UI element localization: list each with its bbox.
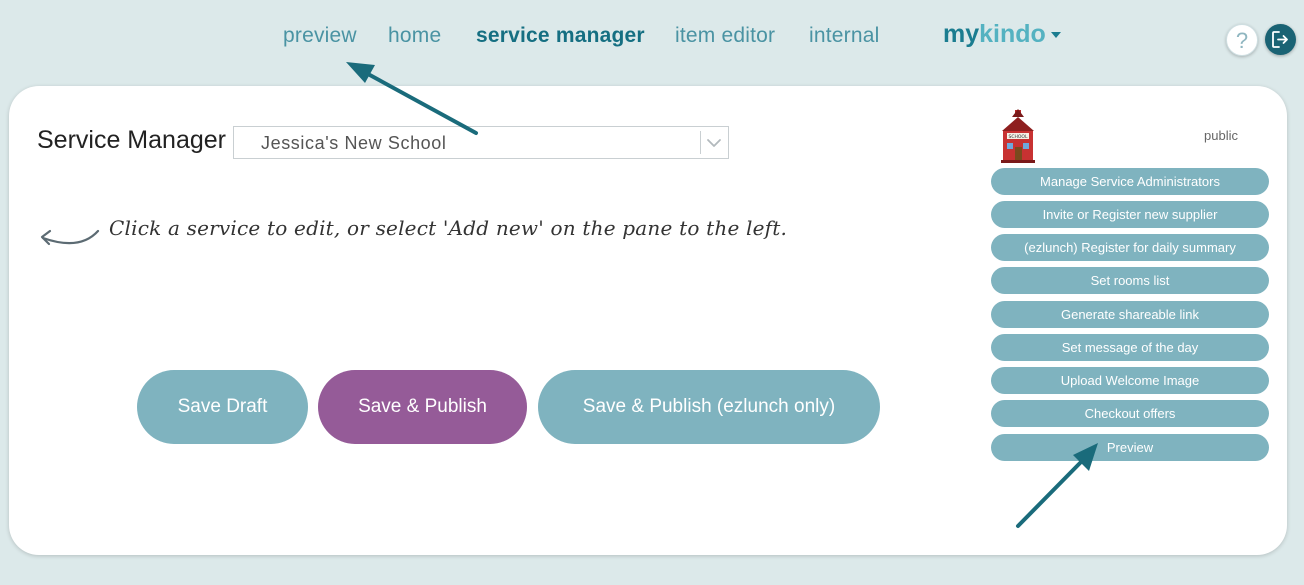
- brand-logo-part1: my: [943, 20, 980, 48]
- svg-text:SCHOOL: SCHOOL: [1009, 134, 1028, 140]
- logout-icon: [1272, 31, 1288, 48]
- preview-button[interactable]: Preview: [991, 434, 1269, 461]
- generate-link-button[interactable]: Generate shareable link: [991, 301, 1269, 328]
- curved-arrow-icon: [40, 229, 100, 246]
- visibility-status: public: [1204, 128, 1238, 143]
- ezlunch-register-summary-button[interactable]: (ezlunch) Register for daily summary: [991, 234, 1269, 261]
- manage-admins-button[interactable]: Manage Service Administrators: [991, 168, 1269, 195]
- set-message-button[interactable]: Set message of the day: [991, 334, 1269, 361]
- brand-menu[interactable]: mykindo: [943, 20, 1061, 49]
- school-building-icon: SCHOOL: [1001, 109, 1035, 163]
- set-rooms-button[interactable]: Set rooms list: [991, 267, 1269, 294]
- nav-internal[interactable]: internal: [809, 24, 879, 48]
- help-button[interactable]: ?: [1226, 24, 1258, 56]
- nav-service-manager[interactable]: service manager: [476, 24, 645, 48]
- logout-button[interactable]: [1265, 24, 1296, 55]
- nav-preview[interactable]: preview: [283, 24, 357, 48]
- page: preview home service manager item editor…: [0, 0, 1304, 585]
- page-title: Service Manager: [37, 126, 226, 154]
- school-select-value: Jessica's New School: [261, 133, 447, 153]
- save-publish-ezlunch-button[interactable]: Save & Publish (ezlunch only): [538, 370, 880, 444]
- nav-home[interactable]: home: [388, 24, 441, 48]
- save-draft-button[interactable]: Save Draft: [137, 370, 308, 444]
- caret-down-icon: [1050, 32, 1061, 39]
- school-select[interactable]: Jessica's New School: [233, 126, 729, 159]
- select-divider: [700, 131, 701, 154]
- hint-text: Click a service to edit, or select 'Add …: [109, 216, 788, 240]
- upload-welcome-image-button[interactable]: Upload Welcome Image: [991, 367, 1269, 394]
- brand-logo-part2: kindo: [979, 20, 1046, 48]
- chevron-down-icon: [707, 139, 721, 147]
- save-publish-button[interactable]: Save & Publish: [318, 370, 527, 444]
- invite-supplier-button[interactable]: Invite or Register new supplier: [991, 201, 1269, 228]
- checkout-offers-button[interactable]: Checkout offers: [991, 400, 1269, 427]
- nav-item-editor[interactable]: item editor: [675, 24, 775, 48]
- help-icon: ?: [1235, 28, 1249, 53]
